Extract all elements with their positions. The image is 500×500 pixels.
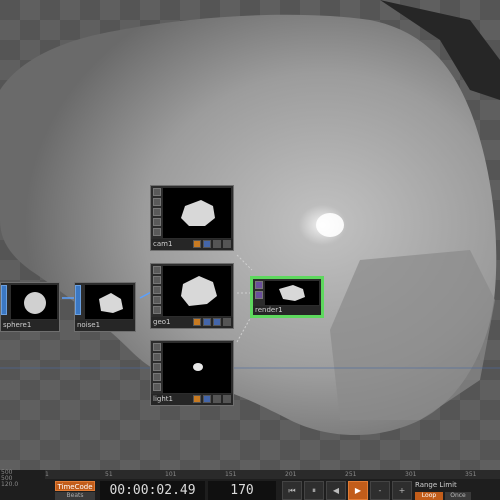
sphere1-input-connector[interactable]	[1, 285, 7, 315]
step-back-button[interactable]: ◀	[326, 481, 346, 500]
timeline-ruler[interactable]: 1 51 101 151 201 251 301 351	[45, 470, 500, 479]
play-button[interactable]: ▶	[348, 481, 368, 500]
pause-icon: ⏸	[312, 486, 316, 495]
timecode-mode-button[interactable]: TimeCode	[55, 481, 95, 491]
noise1-label: noise1	[75, 320, 135, 331]
node-strip	[255, 281, 263, 303]
forward-button[interactable]: +	[392, 481, 412, 500]
noise1-input-connector[interactable]	[75, 285, 81, 315]
range-limit-label: Range Limit	[415, 481, 457, 489]
ruler-tick: 101	[165, 471, 177, 478]
ruler-tick: 351	[465, 471, 477, 478]
light1-viewer	[163, 343, 231, 393]
timecode-display[interactable]: 00:00:02.49	[100, 481, 205, 500]
node-strip	[153, 266, 161, 316]
forward-icon: +	[398, 486, 406, 495]
ruler-tick: 151	[225, 471, 237, 478]
geo1-node[interactable]: geo1	[150, 263, 234, 329]
noise1-viewer	[85, 285, 133, 319]
sphere1-label: sphere1	[1, 320, 59, 331]
cam1-viewer	[163, 188, 231, 238]
fps-readout: 500 500 120.0	[1, 469, 19, 488]
ruler-tick: 201	[285, 471, 297, 478]
render-background-preview	[0, 0, 500, 436]
step-forward-button[interactable]: -	[370, 481, 390, 500]
sphere1-viewer	[11, 285, 57, 319]
ruler-tick: 1	[45, 471, 49, 478]
network-editor-background: cam1 geo1 light1 sphere1 noise1 render1	[0, 0, 500, 470]
skip-start-button[interactable]: ⏮	[282, 481, 302, 500]
render1-viewer	[265, 281, 319, 305]
cam1-node[interactable]: cam1	[150, 185, 234, 251]
loop-button[interactable]: Loop	[415, 492, 443, 500]
node-flags[interactable]	[193, 318, 231, 327]
step-forward-icon: -	[378, 486, 382, 495]
render1-label: render1	[253, 306, 321, 315]
node-flags[interactable]	[193, 395, 231, 404]
node-flags[interactable]	[193, 240, 231, 249]
play-icon: ▶	[354, 486, 362, 495]
ruler-tick: 51	[105, 471, 113, 478]
beats-mode-button[interactable]: Beats	[55, 492, 95, 500]
sphere1-node[interactable]: sphere1	[0, 282, 60, 332]
geo1-viewer	[163, 266, 231, 316]
node-strip	[153, 188, 161, 238]
render1-node[interactable]: render1	[250, 276, 324, 318]
noise1-node[interactable]: noise1	[74, 282, 136, 332]
light1-node[interactable]: light1	[150, 340, 234, 406]
frame-display[interactable]: 170	[208, 481, 276, 500]
ruler-tick: 301	[405, 471, 417, 478]
step-back-icon: ◀	[332, 486, 340, 495]
skip-start-icon: ⏮	[288, 486, 296, 495]
node-strip	[153, 343, 161, 393]
pause-button[interactable]: ⏸	[304, 481, 324, 500]
timeline-bar: 500 500 120.0 1 51 101 151 201 251 301 3…	[0, 470, 500, 500]
once-button[interactable]: Once	[445, 492, 471, 500]
ruler-tick: 251	[345, 471, 357, 478]
